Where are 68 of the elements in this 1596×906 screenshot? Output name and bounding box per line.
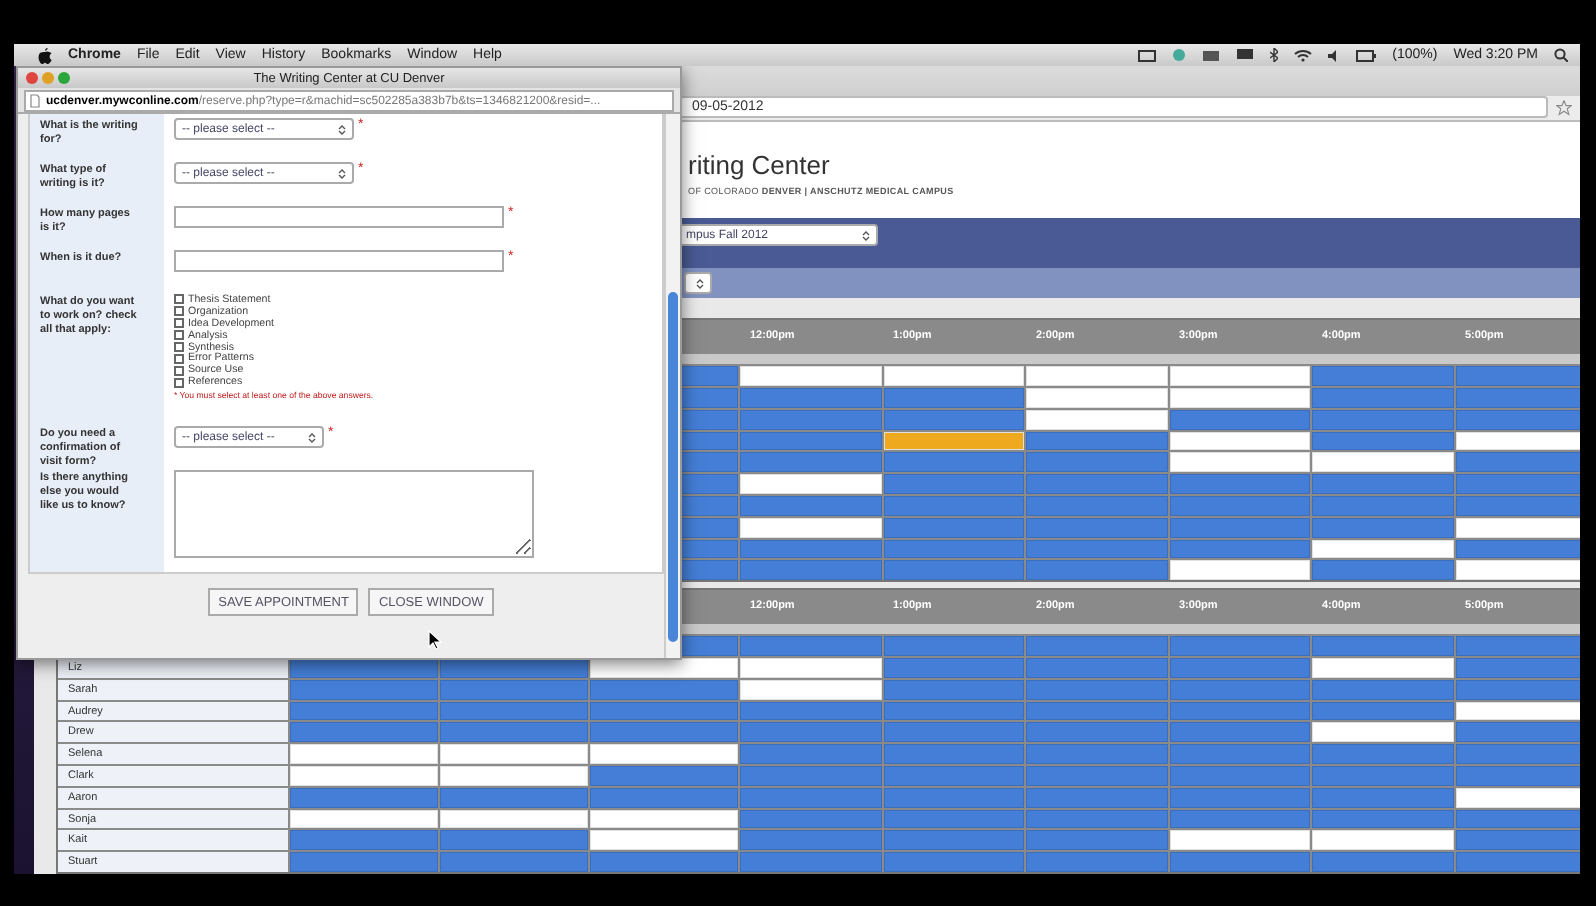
time-slot[interactable]: [590, 830, 738, 851]
time-slot[interactable]: [1312, 830, 1453, 851]
checkbox[interactable]: [174, 342, 184, 352]
checkbox[interactable]: [174, 294, 184, 305]
time-slot[interactable]: [1169, 431, 1310, 451]
checkbox[interactable]: [174, 318, 184, 329]
input-field[interactable]: [174, 250, 504, 272]
time-slot[interactable]: [740, 474, 881, 495]
time-slot[interactable]: [590, 744, 738, 765]
time-slot[interactable]: [440, 744, 588, 765]
time-slot[interactable]: [290, 744, 438, 765]
updown-arrows-icon: [338, 123, 346, 135]
minimize-icon[interactable]: [42, 72, 54, 84]
status-icon[interactable]: [1202, 49, 1221, 61]
site-title: riting Center: [688, 150, 832, 181]
time-slot[interactable]: [590, 658, 738, 678]
time-slot[interactable]: [1026, 409, 1167, 430]
apple-icon[interactable]: [38, 47, 52, 63]
time-slot[interactable]: [1455, 787, 1580, 808]
scrollbar[interactable]: [664, 114, 680, 658]
time-slot[interactable]: [740, 679, 881, 700]
scroll-thumb[interactable]: [668, 292, 678, 642]
checkbox[interactable]: [174, 377, 184, 388]
volume-icon[interactable]: [1328, 49, 1341, 61]
pointer-cursor-icon: [428, 630, 442, 650]
close-icon[interactable]: [26, 72, 38, 84]
zoom-icon[interactable]: [58, 72, 70, 84]
time-slot[interactable]: [590, 809, 738, 829]
updown-arrows-icon: [308, 431, 316, 443]
time-slot[interactable]: [440, 809, 588, 829]
time-slot[interactable]: [290, 809, 438, 829]
globe-icon[interactable]: [1172, 48, 1187, 62]
input-field[interactable]: [174, 206, 504, 228]
updown-arrows-icon: [862, 229, 870, 242]
search-icon[interactable]: [1554, 48, 1568, 62]
time-slot[interactable]: [440, 658, 588, 678]
bluetooth-icon[interactable]: [1270, 48, 1279, 62]
time-slot[interactable]: [740, 517, 881, 538]
time-slot[interactable]: [1169, 452, 1310, 473]
time-slot[interactable]: [1312, 539, 1453, 559]
time-slot[interactable]: [1312, 452, 1453, 473]
checkbox[interactable]: [174, 330, 184, 341]
time-slot[interactable]: [1455, 701, 1580, 721]
time-slot[interactable]: [1169, 830, 1310, 851]
checkbox[interactable]: [174, 306, 184, 317]
wifi-icon[interactable]: [1294, 48, 1313, 62]
time-slot[interactable]: [740, 366, 881, 387]
time-slot[interactable]: [1312, 722, 1453, 743]
checkbox[interactable]: [174, 365, 184, 376]
time-slot[interactable]: [883, 366, 1024, 387]
monitor-icon[interactable]: [1236, 48, 1255, 62]
updown-arrows-icon: [338, 167, 346, 179]
time-slot[interactable]: [1026, 366, 1167, 387]
camera-icon[interactable]: [1138, 49, 1157, 61]
filter-select[interactable]: [684, 272, 712, 295]
checkbox[interactable]: [174, 353, 184, 364]
time-slot[interactable]: [1455, 431, 1580, 451]
time-slot[interactable]: [1169, 366, 1310, 387]
time-slot[interactable]: [883, 431, 1024, 451]
star-icon[interactable]: [1556, 99, 1572, 116]
time-slot[interactable]: [1169, 560, 1310, 581]
textarea-field[interactable]: [174, 470, 534, 558]
time-slot[interactable]: [1455, 517, 1580, 538]
updown-arrows-icon: [696, 277, 704, 290]
page-icon: [30, 94, 40, 108]
time-slot[interactable]: [290, 658, 438, 678]
time-slot[interactable]: [1455, 560, 1580, 581]
battery-icon[interactable]: [1356, 49, 1377, 61]
